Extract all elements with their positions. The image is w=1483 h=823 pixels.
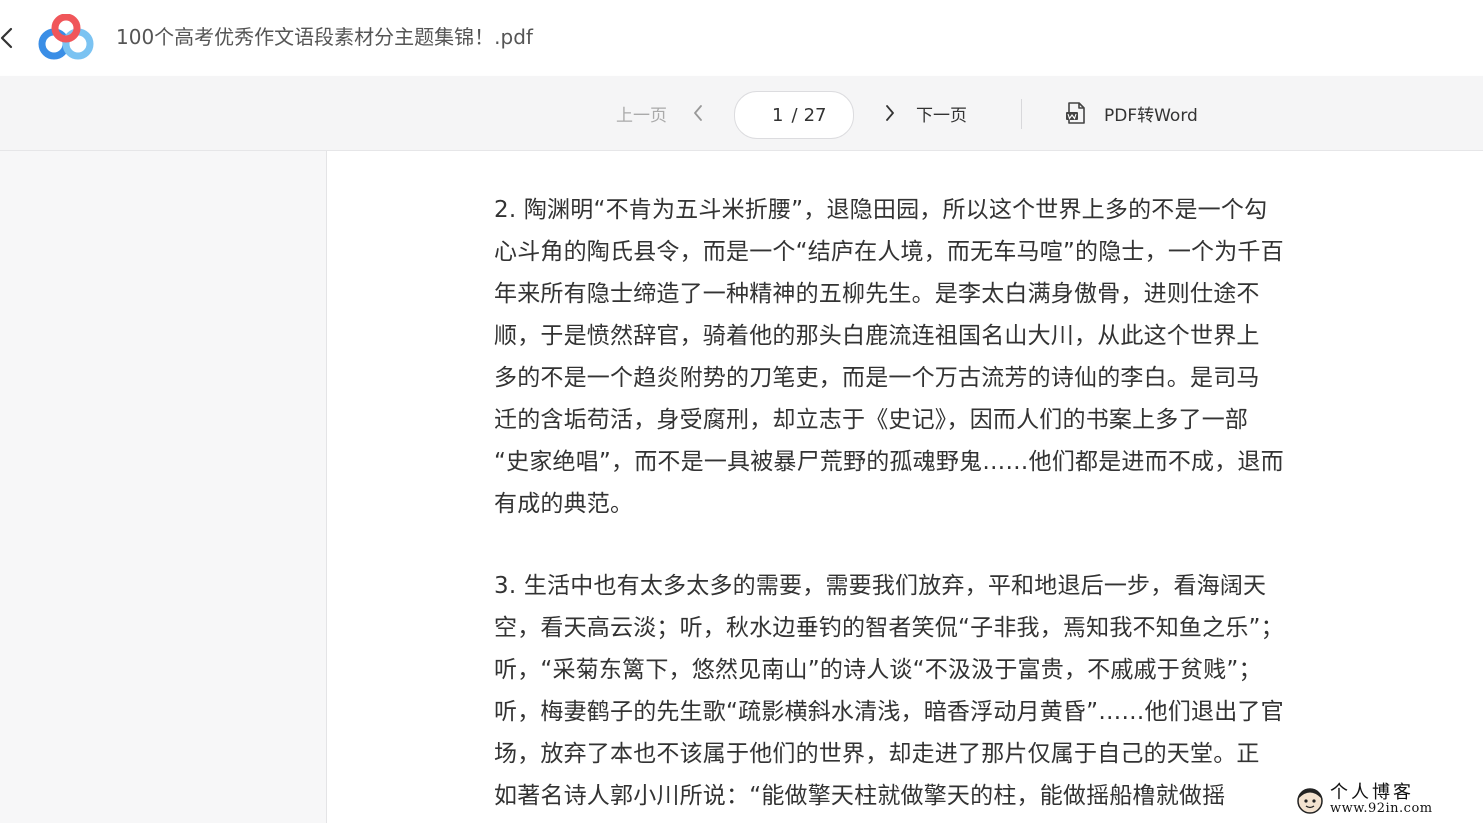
pdf-page: 2. 陶渊明“不肯为五斗米折腰”，退隐田园，所以这个世界上多的不是一个勾 心斗角… [327, 151, 1483, 823]
text-line: 3. 生活中也有太多太多的需要，需要我们放弃，平和地退后一步，看海阔天 [494, 573, 1267, 599]
page-separator: / [791, 104, 798, 126]
page-indicator: / 27 [734, 91, 854, 139]
text-line: 如著名诗人郭小川所说：“能做擎天柱就做擎天的柱，能做摇船橹就做摇 [494, 783, 1226, 809]
watermark-text: 个人博客 www.92in.com [1330, 782, 1433, 817]
thumbnail-sidebar [0, 151, 327, 823]
text-line: “史家绝唱”，而不是一具被暴尸荒野的孤魂野鬼……他们都是进而不成，退而 [494, 449, 1284, 475]
toolbar-divider [1021, 99, 1022, 129]
text-line: 2. 陶渊明“不肯为五斗米折腰”，退隐田园，所以这个世界上多的不是一个勾 [494, 197, 1268, 223]
document-title: 100个高考优秀作文语段素材分主题集锦！.pdf [116, 25, 533, 49]
page-number-input[interactable] [761, 104, 784, 126]
text-line: 听，梅妻鹤子的先生歌“疏影横斜水清浅，暗香浮动月黄昏”……他们退出了官 [494, 699, 1284, 725]
text-line: 空，看天高云淡；听，秋水边垂钓的智者笑侃“子非我，焉知我不知鱼之乐”； [494, 615, 1284, 641]
text-line: 多的不是一个趋炎附势的刀笔吏，而是一个万古流芳的诗仙的李白。是司马 [494, 365, 1260, 391]
word-document-icon [1066, 102, 1085, 124]
chevron-right-icon [886, 105, 894, 121]
next-page-button[interactable]: 下一页 [916, 76, 967, 150]
text-line: 心斗角的陶氏县令，而是一个“结庐在人境，而无车马喧”的隐士，一个为千百 [494, 239, 1284, 265]
watermark-line1: 个人博客 [1330, 782, 1414, 803]
prev-page-button[interactable]: 上一页 [616, 76, 667, 150]
baidu-netdisk-logo [38, 13, 94, 60]
watermark-line2: www.92in.com [1330, 801, 1433, 816]
next-page-arrow[interactable] [880, 76, 900, 150]
back-button[interactable] [0, 24, 20, 52]
blog-watermark: 个人博客 www.92in.com [1292, 780, 1482, 822]
avatar-face-icon [1297, 788, 1323, 814]
text-line: 年来所有隐士缔造了一种精神的五柳先生。是李太白满身傲骨，进则仕途不 [494, 281, 1260, 307]
title-bar: 100个高考优秀作文语段素材分主题集锦！.pdf [0, 0, 1483, 76]
pdf-to-word-icon-button[interactable] [1064, 76, 1088, 150]
chevron-left-icon [0, 27, 13, 49]
chevron-left-icon [694, 105, 702, 121]
total-pages: 27 [803, 104, 827, 126]
pdf-toolbar: 上一页 / 27 下一页 PDF转Word [0, 76, 1483, 151]
text-line: 有成的典范。 [494, 491, 634, 517]
paragraph-2: 2. 陶渊明“不肯为五斗米折腰”，退隐田园，所以这个世界上多的不是一个勾 心斗角… [494, 189, 1374, 525]
prev-page-arrow[interactable] [688, 76, 708, 150]
text-line: 听，“采菊东篱下，悠然见南山”的诗人谈“不汲汲于富贵，不戚戚于贫贱”； [494, 657, 1262, 683]
paragraph-3: 3. 生活中也有太多太多的需要，需要我们放弃，平和地退后一步，看海阔天 空，看天… [494, 565, 1374, 817]
text-line: 场，放弃了本也不该属于他们的世界，却走进了那片仅属于自己的天堂。正 [494, 741, 1260, 767]
text-line: 顺，于是愤然辞官，骑着他的那头白鹿流连祖国名山大川，从此这个世界上 [494, 323, 1260, 349]
pdf-to-word-button[interactable]: PDF转Word [1104, 76, 1198, 150]
text-line: 迁的含垢苟活，身受腐刑，却立志于《史记》，因而人们的书案上多了一部 [494, 407, 1249, 433]
